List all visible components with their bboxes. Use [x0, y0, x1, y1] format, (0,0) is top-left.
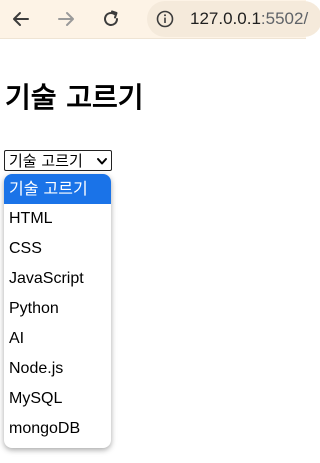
chevron-down-icon — [97, 158, 107, 165]
page-title: 기술 고르기 — [5, 81, 144, 114]
option-mysql[interactable]: MySQL — [4, 384, 111, 414]
arrow-left-icon — [13, 12, 29, 26]
url-host: 127.0.0.1 — [190, 9, 261, 28]
back-button[interactable] — [7, 5, 35, 33]
option-nodejs[interactable]: Node.js — [4, 354, 111, 384]
reload-icon — [104, 10, 118, 26]
reload-button[interactable] — [97, 5, 125, 33]
option-python[interactable]: Python — [4, 294, 111, 324]
url-port-path: :5502/ — [260, 9, 309, 28]
forward-button[interactable] — [52, 5, 80, 33]
option-ai[interactable]: AI — [4, 324, 111, 354]
browser-toolbar: 127.0.0.1:5502/ — [0, 0, 320, 39]
option-javascript[interactable]: JavaScript — [4, 264, 111, 294]
site-info-button[interactable] — [153, 7, 177, 31]
select-current-value: 기술 고르기 — [9, 152, 83, 170]
option-html[interactable]: HTML — [4, 204, 111, 234]
option-css[interactable]: CSS — [4, 234, 111, 264]
url-text[interactable]: 127.0.0.1:5502/ — [190, 9, 308, 29]
arrow-right-icon — [58, 12, 74, 26]
select-dropdown-list: 기술 고르기 HTML CSS JavaScript Python AI Nod… — [4, 174, 111, 448]
option-choose-skill[interactable]: 기술 고르기 — [4, 174, 111, 204]
info-icon — [156, 10, 174, 28]
option-mongodb[interactable]: mongoDB — [4, 414, 111, 444]
skill-select[interactable]: 기술 고르기 — [4, 150, 112, 171]
